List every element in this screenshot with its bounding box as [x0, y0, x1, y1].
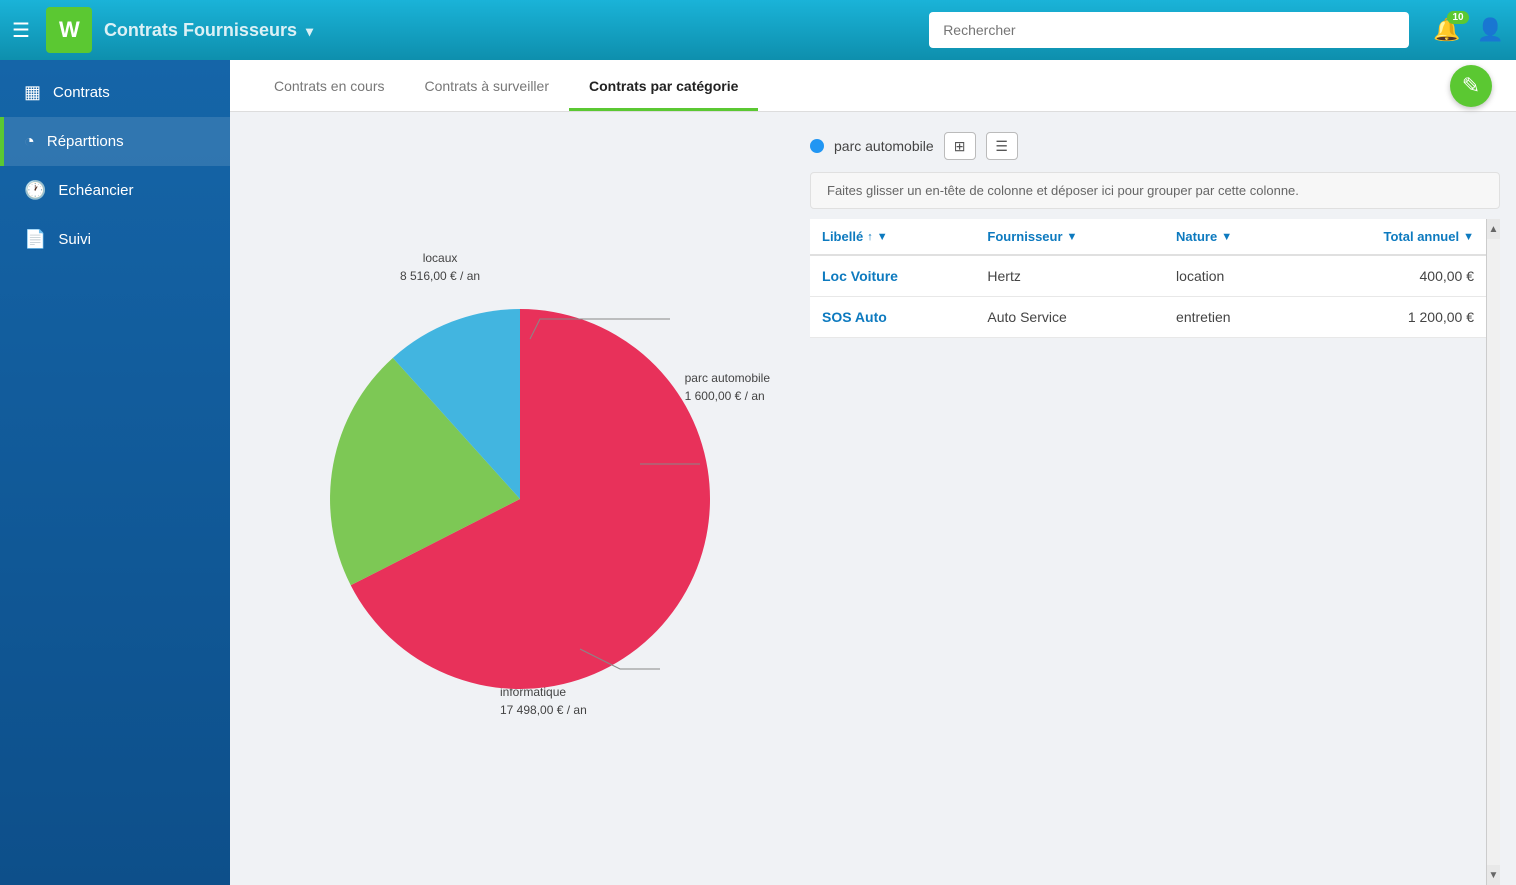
- view-grid-button[interactable]: ⊞: [944, 132, 976, 160]
- app-title: Contrats Fournisseurs ▾: [104, 20, 313, 41]
- tab-en-cours[interactable]: Contrats en cours: [254, 64, 405, 111]
- hamburger-icon[interactable]: ☰: [12, 18, 30, 43]
- layout: ▦ Contrats ◔ Réparttions 🕐 Echéancier 📄 …: [0, 60, 1516, 885]
- table-header-row: Libellé ↑ ▼ Fournisseur ▼: [810, 219, 1486, 255]
- fab-button[interactable]: ✎: [1450, 65, 1492, 107]
- scrollbar[interactable]: ▲ ▼: [1486, 219, 1500, 885]
- col-libelle: Libellé ↑ ▼: [810, 219, 975, 255]
- sidebar-item-suivi[interactable]: 📄 Suivi: [0, 215, 230, 264]
- legend-dot: [810, 139, 824, 153]
- sidebar-item-echeancier[interactable]: 🕐 Echéancier: [0, 166, 230, 215]
- cell-nature-0: location: [1164, 255, 1296, 297]
- sidebar-item-repartitions[interactable]: ◔ Réparttions: [0, 117, 230, 166]
- tab-surveiller[interactable]: Contrats à surveiller: [405, 64, 570, 111]
- cell-total-0: 400,00 €: [1297, 255, 1486, 297]
- legend-label: parc automobile: [834, 138, 934, 154]
- notif-badge: 10: [1447, 11, 1468, 24]
- cell-fournisseur-0: Hertz: [975, 255, 1164, 297]
- user-icon[interactable]: 👤: [1477, 17, 1504, 43]
- topnav-icons: 🔔 10 👤: [1433, 17, 1504, 43]
- data-table: Libellé ↑ ▼ Fournisseur ▼: [810, 219, 1486, 338]
- chart-label-locaux: locaux 8 516,00 € / an: [400, 249, 480, 285]
- search-input[interactable]: [929, 12, 1409, 48]
- drag-hint: Faites glisser un en-tête de colonne et …: [810, 172, 1500, 209]
- table-row: SOS Auto Auto Service entretien 1 200,00…: [810, 297, 1486, 338]
- sidebar: ▦ Contrats ◔ Réparttions 🕐 Echéancier 📄 …: [0, 60, 230, 885]
- filter-row: parc automobile ⊞ ☰: [810, 132, 1500, 160]
- cell-fournisseur-1: Auto Service: [975, 297, 1164, 338]
- sidebar-item-contrats[interactable]: ▦ Contrats: [0, 68, 230, 117]
- col-fournisseur: Fournisseur ▼: [975, 219, 1164, 255]
- content-area: locaux 8 516,00 € / an parc automobile 1…: [230, 112, 1516, 885]
- view-list-button[interactable]: ☰: [986, 132, 1018, 160]
- sidebar-label-repartitions: Réparttions: [47, 133, 124, 150]
- pie-chart: [330, 309, 710, 689]
- table-row: Loc Voiture Hertz location 400,00 €: [810, 255, 1486, 297]
- logo: W: [46, 7, 92, 53]
- cell-libelle-0[interactable]: Loc Voiture: [810, 255, 975, 297]
- sort-libelle-icon[interactable]: ↑: [867, 231, 873, 243]
- filter-total-icon[interactable]: ▼: [1463, 231, 1474, 243]
- filter-nature-icon[interactable]: ▼: [1221, 231, 1232, 243]
- doc-icon: 📄: [24, 229, 46, 250]
- col-total: Total annuel ▼: [1297, 219, 1486, 255]
- col-nature: Nature ▼: [1164, 219, 1296, 255]
- cell-total-1: 1 200,00 €: [1297, 297, 1486, 338]
- scroll-up-arrow[interactable]: ▲: [1487, 219, 1501, 239]
- notifications-button[interactable]: 🔔 10: [1433, 17, 1460, 43]
- topnav: ☰ W Contrats Fournisseurs ▾ 🔔 10 👤: [0, 0, 1516, 60]
- filter-fournisseur-icon[interactable]: ▼: [1067, 231, 1078, 243]
- filter-libelle-icon[interactable]: ▼: [877, 231, 888, 243]
- tabs-bar: Contrats en cours Contrats à surveiller …: [230, 60, 1516, 112]
- table-wrapper: Libellé ↑ ▼ Fournisseur ▼: [810, 219, 1486, 885]
- grid-icon: ▦: [24, 82, 41, 103]
- sidebar-label-echeancier: Echéancier: [58, 182, 133, 199]
- scroll-track[interactable]: [1487, 239, 1500, 865]
- cell-libelle-1[interactable]: SOS Auto: [810, 297, 975, 338]
- table-container: Libellé ↑ ▼ Fournisseur ▼: [810, 219, 1500, 885]
- chart-icon: ◔: [24, 131, 35, 152]
- sidebar-label-suivi: Suivi: [58, 231, 91, 248]
- chart-section: locaux 8 516,00 € / an parc automobile 1…: [230, 112, 810, 885]
- main-content: Contrats en cours Contrats à surveiller …: [230, 60, 1516, 885]
- tab-categorie[interactable]: Contrats par catégorie: [569, 64, 758, 111]
- scroll-down-arrow[interactable]: ▼: [1487, 865, 1501, 885]
- clock-icon: 🕐: [24, 180, 46, 201]
- table-section: parc automobile ⊞ ☰ Faites glisser un en…: [810, 112, 1516, 885]
- cell-nature-1: entretien: [1164, 297, 1296, 338]
- sidebar-label-contrats: Contrats: [53, 84, 110, 101]
